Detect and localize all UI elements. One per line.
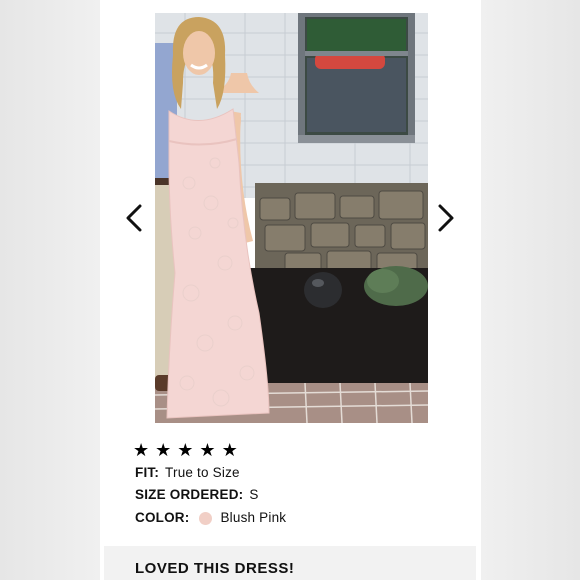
star-icon: ★	[133, 440, 150, 460]
fit-value: True to Size	[165, 465, 240, 480]
color-label: COLOR:	[135, 510, 190, 525]
review-title: LOVED THIS DRESS!	[135, 560, 295, 577]
chevron-left-icon	[126, 204, 142, 232]
review-card: ★ ★ ★ ★ ★ FIT: True to Size SIZE ORDERED…	[100, 0, 481, 580]
previous-photo-button[interactable]	[120, 200, 148, 236]
star-rating: ★ ★ ★ ★ ★	[133, 440, 238, 460]
right-margin	[480, 0, 580, 580]
size-ordered-label: SIZE ORDERED:	[135, 487, 244, 502]
color-swatch	[199, 511, 213, 525]
star-icon: ★	[221, 440, 238, 460]
review-photo-image	[155, 13, 428, 423]
review-photo[interactable]	[155, 13, 428, 423]
next-photo-button[interactable]	[432, 200, 460, 236]
review-text-box: LOVED THIS DRESS!	[104, 546, 476, 580]
color-row: COLOR: Blush Pink	[135, 509, 286, 527]
size-ordered-row: SIZE ORDERED: S	[135, 486, 259, 504]
size-ordered-value: S	[249, 487, 259, 502]
color-value: Blush Pink	[220, 510, 287, 525]
star-icon: ★	[199, 440, 216, 460]
fit-row: FIT: True to Size	[135, 464, 240, 482]
star-icon: ★	[155, 440, 172, 460]
left-margin	[0, 0, 100, 580]
fit-label: FIT:	[135, 465, 160, 480]
chevron-right-icon	[438, 204, 454, 232]
star-icon: ★	[177, 440, 194, 460]
